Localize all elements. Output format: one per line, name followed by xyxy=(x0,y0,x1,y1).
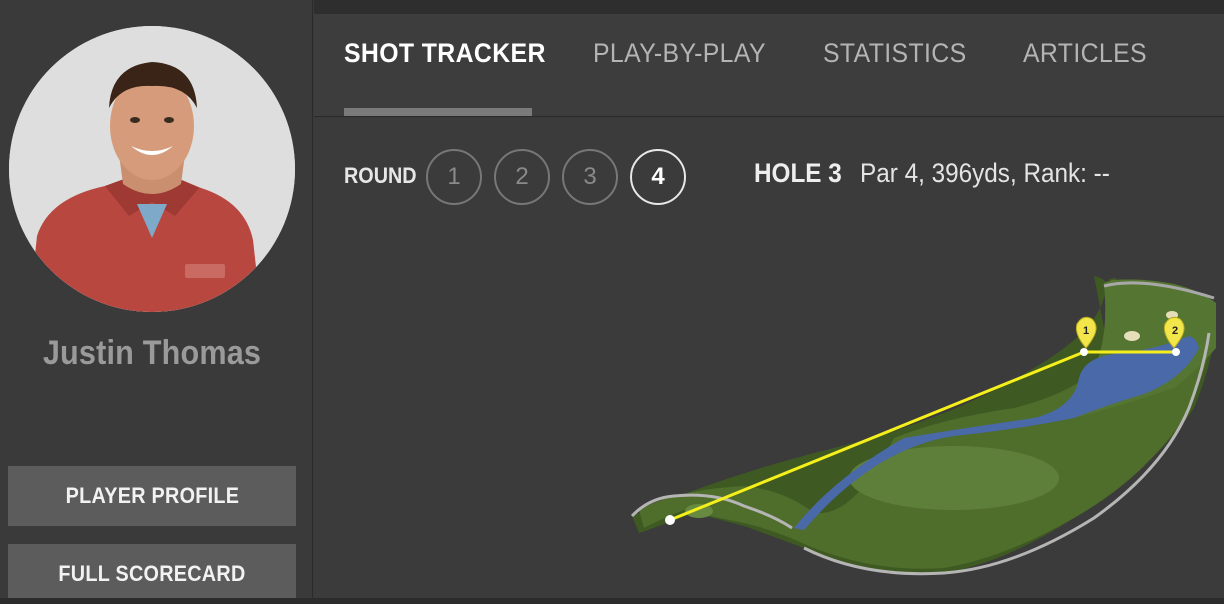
tab-statistics-label: STATISTICS xyxy=(823,38,967,68)
tab-shot-tracker[interactable]: SHOT TRACKER xyxy=(344,38,563,69)
shot-tracker-content: ROUND 1 2 3 4 HOLE 3 Par 4, 396yds, Rank… xyxy=(314,118,1224,604)
shot-2-number: 2 xyxy=(1172,325,1178,337)
player-avatar xyxy=(9,26,295,312)
shot-1-landing xyxy=(1080,348,1088,356)
tab-articles-label: ARTICLES xyxy=(1023,38,1147,68)
tab-bar: SHOT TRACKER PLAY-BY-PLAY STATISTICS ART… xyxy=(314,0,1224,117)
shot-1-number: 1 xyxy=(1083,325,1089,337)
tab-statistics[interactable]: STATISTICS xyxy=(823,38,979,69)
active-tab-indicator xyxy=(344,108,532,116)
player-profile-button[interactable]: PLAYER PROFILE xyxy=(8,466,296,526)
main-panel: SHOT TRACKER PLAY-BY-PLAY STATISTICS ART… xyxy=(314,0,1224,604)
shot-2-landing xyxy=(1172,348,1180,356)
player-name: Justin Thomas xyxy=(42,334,262,372)
player-panel: Justin Thomas PLAYER PROFILE FULL SCOREC… xyxy=(0,0,313,604)
full-scorecard-button[interactable]: FULL SCORECARD xyxy=(8,544,296,604)
hole-map[interactable]: 1 2 xyxy=(314,118,1224,604)
tee-shot-start xyxy=(665,515,675,525)
tab-articles[interactable]: ARTICLES xyxy=(1023,38,1158,69)
bunker xyxy=(1124,331,1140,341)
tab-play-by-play-label: PLAY-BY-PLAY xyxy=(593,38,766,68)
bottom-bar xyxy=(0,598,1224,604)
player-profile-label: PLAYER PROFILE xyxy=(65,483,239,508)
tab-shot-tracker-label: SHOT TRACKER xyxy=(344,38,546,68)
full-scorecard-label: FULL SCORECARD xyxy=(58,561,246,586)
tab-play-by-play[interactable]: PLAY-BY-PLAY xyxy=(593,38,781,69)
player-photo xyxy=(9,26,295,312)
